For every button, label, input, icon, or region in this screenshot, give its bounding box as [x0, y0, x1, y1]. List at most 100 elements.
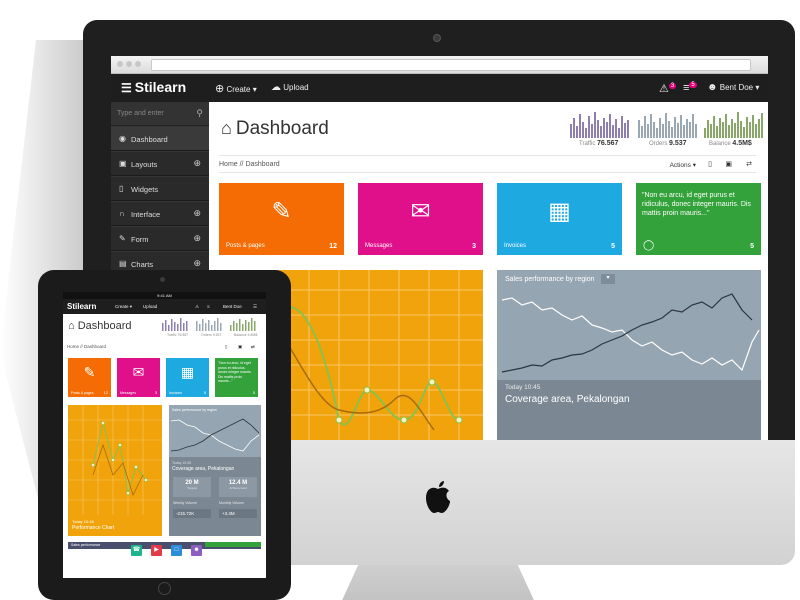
- upload-label: Upload: [143, 304, 158, 309]
- ipad-sales-area: Coverage area, Pekalongan: [172, 466, 235, 472]
- plus-circle-icon[interactable]: ⊕: [193, 158, 201, 169]
- user-name: Bent Doe: [719, 83, 754, 92]
- stat-value: 76.567: [177, 333, 189, 337]
- tile-invoices[interactable]: ▦ Invoices 5: [497, 183, 622, 255]
- ipad-user-menu[interactable]: Bent Doe: [223, 304, 242, 309]
- tile-count: 3: [472, 243, 476, 250]
- search-input[interactable]: Type and enter: [117, 110, 164, 117]
- tablet-icon[interactable]: ▯: [708, 160, 712, 168]
- tile-count: 12: [329, 243, 337, 250]
- ipad-brand[interactable]: Stilearn: [67, 302, 96, 311]
- page-title-text: Dashboard: [235, 118, 329, 139]
- stat-label: Balance: [709, 141, 731, 147]
- warning-icon: ⚠: [659, 83, 669, 95]
- form-icon: ✎: [119, 234, 126, 243]
- ipad-balance-stat: Balance 4.5M$: [234, 333, 257, 337]
- sidebar-item-dashboard[interactable]: ◉ Dashboard: [111, 126, 209, 151]
- imac-camera: [433, 34, 441, 42]
- envelope-icon: ✉: [132, 364, 145, 380]
- create-label: Create: [226, 85, 251, 94]
- sidebar-item-widgets[interactable]: ▯ Widgets: [111, 176, 209, 201]
- tile-quote[interactable]: "Non eu arcu, id eget purus et ridiculus…: [636, 183, 761, 255]
- browser-chrome: [111, 56, 768, 74]
- layers-icon: ☰: [121, 81, 132, 95]
- menu-icon[interactable]: ☰: [253, 304, 257, 310]
- imac-stand: [333, 565, 543, 600]
- plus-circle-icon[interactable]: ⊕: [193, 233, 201, 244]
- stage: ☰ Stilearn ⊕ Create ▾ ☁ Upload ⚠ 3 ≡ 5 ☻ Be…: [0, 0, 800, 600]
- shuffle-icon[interactable]: ⇄: [251, 344, 255, 350]
- ipad-home-button[interactable]: [158, 582, 171, 595]
- ipad-device: 9:41 AM Stilearn Create ▾ Upload ⚠ ≡ Ben…: [38, 270, 291, 600]
- ipad-navbar: Stilearn Create ▾ Upload ⚠ ≡ Bent Doe ☰: [63, 299, 266, 314]
- footer-left-label: Sales performance: [71, 543, 101, 547]
- ipad-balance-sparkline: [230, 318, 256, 331]
- play-icon[interactable]: ▶: [151, 545, 162, 556]
- ipad-create-menu[interactable]: Create ▾: [115, 304, 132, 310]
- ipad-tile-quote[interactable]: "Non eu arcu, id eget purus et ridiculus…: [215, 358, 258, 397]
- sidebar-item-layouts[interactable]: ▣ Layouts ⊕: [111, 151, 209, 176]
- settings-badge: 5: [689, 82, 697, 88]
- monitor-icon[interactable]: ▣: [238, 344, 242, 350]
- ipad-breadcrumb[interactable]: Home // Dashboard: [67, 344, 106, 349]
- tile-label: Posts & pages: [71, 391, 94, 395]
- tablet-icon[interactable]: ▯: [225, 344, 227, 350]
- stat-value: 4.5M$: [732, 140, 752, 147]
- tile-count: 5: [252, 390, 255, 395]
- create-menu[interactable]: ⊕ Create ▾: [215, 82, 257, 95]
- actions-label: Actions: [669, 162, 691, 169]
- address-bar[interactable]: [151, 59, 751, 71]
- upload-button[interactable]: ☁ Upload: [271, 82, 309, 93]
- traffic-sparkline: [570, 112, 629, 138]
- monitor-icon[interactable]: ▣: [725, 160, 732, 168]
- actions-dropdown[interactable]: Actions ▾: [670, 161, 696, 169]
- user-menu[interactable]: ☻ Bent Doe ▾: [707, 82, 759, 93]
- sidebar-item-label: Widgets: [131, 185, 159, 194]
- stat-label: Orders: [649, 141, 668, 147]
- tile-count: 5: [750, 243, 754, 250]
- brand-name: Stilearn: [134, 79, 187, 95]
- upload-label: Upload: [283, 83, 309, 92]
- tile-messages[interactable]: ✉ Messages 3: [358, 183, 483, 255]
- tile-posts[interactable]: ✎ Posts & pages 12: [219, 183, 344, 255]
- chat-icon[interactable]: □: [171, 545, 182, 556]
- window-dot[interactable]: [135, 61, 141, 67]
- sidebar-item-label: Layouts: [131, 160, 158, 169]
- alerts-button[interactable]: ⚠ 3: [659, 82, 677, 95]
- plus-circle-icon: ⊕: [215, 83, 225, 95]
- plus-circle-icon[interactable]: ⊕: [193, 258, 201, 269]
- ipad-sales-time: Today 10:45: [172, 461, 192, 465]
- user-icon[interactable]: ☻: [191, 545, 202, 556]
- ipad-footer: Sales performanceServer Perfomance ☎ ▶ □…: [68, 542, 261, 578]
- tile-label: Posts & pages: [226, 243, 265, 249]
- monthly-volume-label: Monthly Volume: [219, 501, 244, 505]
- envelope-icon: ✉: [410, 198, 431, 225]
- ipad-tile-posts[interactable]: ✎ Posts & pages 12: [68, 358, 111, 397]
- window-dot[interactable]: [126, 61, 132, 67]
- sidebar-search[interactable]: Type and enter ⚲: [111, 102, 209, 126]
- stat-label: Traffic: [167, 333, 177, 337]
- ipad-upload-button[interactable]: Upload: [143, 304, 157, 309]
- plus-circle-icon[interactable]: ⊕: [193, 208, 201, 219]
- stat-value: 9.537: [212, 333, 222, 337]
- ipad-tile-invoices[interactable]: ▦ Invoices 5: [166, 358, 209, 397]
- tile-label: Invoices: [169, 391, 182, 395]
- ipad-sales-panel: Sales performance by region Today 10:45 …: [169, 405, 261, 536]
- search-icon[interactable]: ⚲: [196, 108, 203, 119]
- window-dot[interactable]: [117, 61, 123, 67]
- ipad-tile-messages[interactable]: ✉ Messages 3: [117, 358, 160, 397]
- shuffle-icon[interactable]: ⇄: [746, 160, 752, 168]
- brand-logo[interactable]: ☰ Stilearn: [121, 79, 186, 95]
- warning-icon[interactable]: ⚠: [195, 304, 199, 310]
- settings-button[interactable]: ≡ 5: [683, 82, 697, 94]
- sidebar-item-label: Form: [131, 235, 149, 244]
- sliders-icon[interactable]: ≡: [207, 304, 210, 309]
- phone-icon[interactable]: ☎: [131, 545, 142, 556]
- ipad-screen: 9:41 AM Stilearn Create ▾ Upload ⚠ ≡ Ben…: [63, 292, 266, 578]
- sidebar-item-form[interactable]: ✎ Form ⊕: [111, 226, 209, 251]
- sidebar-item-interface[interactable]: ∩ Interface ⊕: [111, 201, 209, 226]
- chart-icon: ▤: [119, 259, 127, 268]
- breadcrumb[interactable]: Home // Dashboard: [219, 161, 280, 168]
- home-icon: ⌂: [221, 118, 232, 138]
- stat-value: 4.5M$: [247, 333, 258, 337]
